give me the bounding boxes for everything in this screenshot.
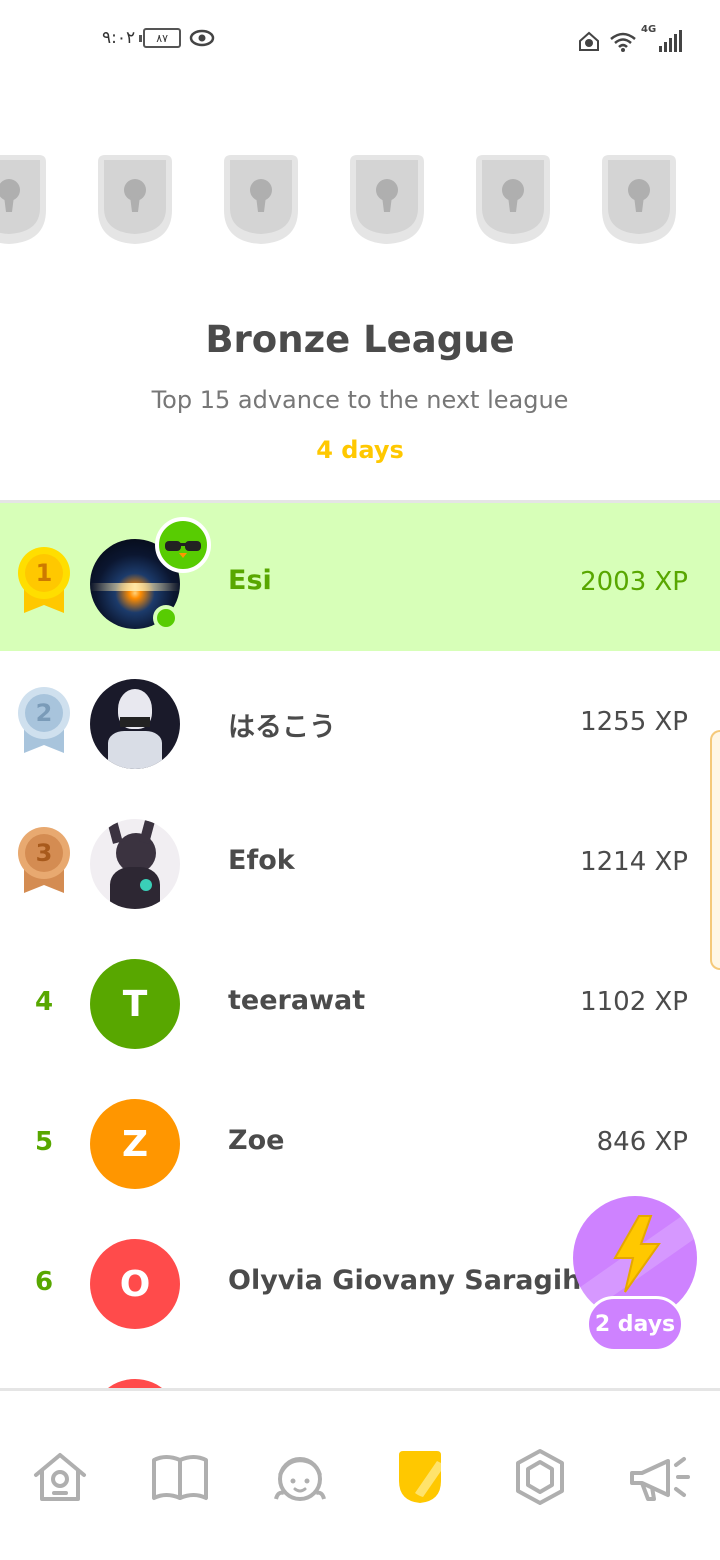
rank-number: 1 [35,559,53,587]
leaderboard-row-current-user[interactable]: 1 Esi 2003 XP [0,503,720,651]
battery-icon: ٨٧ [139,28,182,48]
xp-value: 1102 XP [580,987,688,1017]
locked-league-icon [602,155,676,244]
league-subtitle: Top 15 advance to the next league [151,386,569,414]
locked-league-icon [98,155,172,244]
bottom-nav[interactable] [0,1391,720,1560]
locked-league-icon [350,155,424,244]
avatar[interactable] [90,819,180,909]
scrollbar[interactable] [710,730,720,970]
avatar[interactable]: O [90,1239,180,1329]
leaderboard-row[interactable]: 2 はるこう 1255 XP [0,651,720,791]
nav-leagues[interactable] [388,1445,452,1509]
rank-number: 3 [35,839,53,867]
username: Olyvia Giovany Saragih [228,1265,582,1296]
username: teerawat [228,985,366,1016]
league-time-left: 4 days [316,436,404,464]
leaderboard-row[interactable] [0,1351,720,1388]
leaderboard-row[interactable]: 3 Efok 1214 XP [0,791,720,931]
battery-level: ٨٧ [156,31,169,45]
monkey-icon [579,31,599,51]
status-left: ٩:٠٢ ٨٧ [102,28,215,48]
league-shield-icon [399,1451,441,1503]
hexagon-icon [516,1449,564,1505]
xp-value: 846 XP [596,1127,688,1157]
nav-characters[interactable] [268,1445,332,1509]
boost-timer-badge[interactable]: 2 days [586,1296,684,1352]
status-bar: ٩:٠٢ ٨٧ 4G [0,0,720,80]
rank-number: 5 [34,1127,54,1157]
character-icon [274,1457,326,1501]
avatar-letter: T [122,983,148,1025]
home-icon [34,1453,86,1501]
megaphone-icon [630,1457,690,1501]
username: はるこう [228,712,336,743]
nav-home[interactable] [28,1445,92,1509]
wifi-icon [610,32,636,52]
username: Esi [228,565,272,596]
nav-learn[interactable] [148,1445,212,1509]
network-type: 4G [641,24,657,35]
leaderboard-row[interactable]: 4 T teerawat 1102 XP [0,931,720,1071]
locked-league-icon [0,155,46,244]
signal-icon: 4G [641,24,682,52]
lightning-bolt-icon [613,1215,661,1293]
xp-value: 1214 XP [580,847,688,877]
xp-value: 2003 XP [580,567,688,597]
username: Efok [228,845,295,876]
rank-number: 6 [34,1267,54,1297]
avatar[interactable] [90,679,180,769]
eye-icon [189,29,215,47]
league-badges-row[interactable] [0,152,720,252]
avatar-letter: Z [121,1123,149,1165]
xp-value: 1255 XP [580,707,688,737]
avatar[interactable] [90,1379,180,1388]
rank-number: 4 [34,987,54,1017]
avatar[interactable]: T [90,959,180,1049]
duo-sunglasses-icon [155,517,211,573]
avatar[interactable]: Z [90,1099,180,1189]
status-time: ٩:٠٢ [102,28,136,48]
username: Zoe [228,1125,285,1156]
locked-league-icon [476,155,550,244]
online-indicator [153,605,179,631]
status-right: 4G [577,24,682,52]
book-icon [152,1455,208,1500]
rank-number: 2 [35,699,53,727]
locked-league-icon [224,155,298,244]
nav-news[interactable] [628,1445,692,1509]
leaderboard-row[interactable]: 5 Z Zoe 846 XP [0,1071,720,1211]
nav-shop[interactable] [508,1445,572,1509]
avatar-letter: O [119,1263,151,1305]
league-title: Bronze League [205,318,515,361]
